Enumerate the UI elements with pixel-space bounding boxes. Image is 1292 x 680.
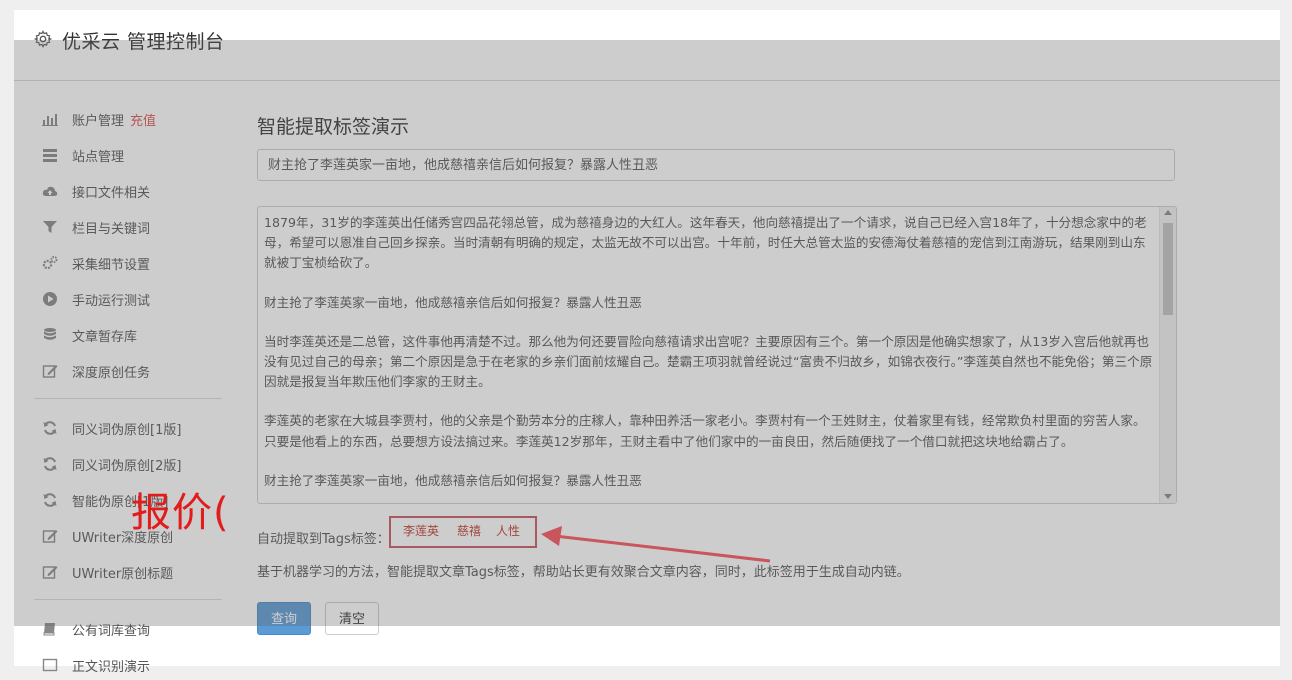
sidebar-item-account[interactable]: 账户管理 充值 xyxy=(42,104,242,134)
refresh-icon xyxy=(42,492,58,508)
header: 优采云 管理控制台 xyxy=(14,10,1280,81)
sidebar-item-synonym-v2[interactable]: 同义词伪原创[2版] xyxy=(42,449,242,479)
article-content-textarea[interactable]: 1879年，31岁的李莲英出任储秀宫四品花翎总管，成为慈禧身边的大红人。这年春天… xyxy=(257,206,1177,504)
sidebar-item-article-storage[interactable]: 文章暂存库 xyxy=(42,320,242,350)
sidebar-item-label: 账户管理 xyxy=(72,114,125,129)
book-icon xyxy=(42,621,58,637)
refresh-icon xyxy=(42,420,58,436)
refresh-icon xyxy=(42,456,58,472)
sidebar-item-label: 采集细节设置 xyxy=(72,258,151,273)
tag-badge: 李莲英 xyxy=(403,524,440,538)
tags-label: 自动提取到Tags标签： xyxy=(257,532,390,547)
content-paragraph: 当时李莲英还是二总管，这件事他再清楚不过。那么他为何还要冒险向慈禧请求出宫呢？主… xyxy=(264,333,1153,390)
gear-icon xyxy=(34,30,52,48)
tag-badge: 慈禧 xyxy=(457,524,482,538)
content-scrollbar[interactable] xyxy=(1159,207,1176,503)
bar-chart-icon xyxy=(42,111,58,127)
sidebar-item-collect-settings[interactable]: 采集细节设置 xyxy=(42,248,242,278)
sidebar-item-label: 公有词库查询 xyxy=(72,624,151,639)
sidebar-item-body-recognition[interactable]: 正文识别演示 xyxy=(42,650,242,680)
sidebar-item-sites[interactable]: 站点管理 xyxy=(42,140,242,170)
edit-icon xyxy=(42,564,58,580)
sidebar-divider xyxy=(34,599,222,600)
scroll-down-arrow-icon[interactable] xyxy=(1164,494,1172,499)
clear-button[interactable]: 清空 xyxy=(325,602,379,635)
content-paragraph: 1879年，31岁的李莲英出任储秀宫四品花翎总管，成为慈禧身边的大红人。这年春天… xyxy=(264,215,1147,271)
sidebar-item-uwriter-title[interactable]: UWriter原创标题 xyxy=(42,557,242,587)
filter-icon xyxy=(42,219,58,235)
feature-description: 基于机器学习的方法，智能提取文章Tags标签，帮助站长更有效聚合文章内容，同时，… xyxy=(257,565,910,580)
database-icon xyxy=(42,327,58,343)
sidebar-item-label: 接口文件相关 xyxy=(72,186,151,201)
play-circle-icon xyxy=(42,291,58,307)
tags-highlight-box: 李莲英 慈禧 人性 xyxy=(389,516,537,548)
recharge-link[interactable]: 充值 xyxy=(130,114,156,129)
sidebar: 账户管理 充值 站点管理 接口文件相关 栏目与关键词 采集细节设置 手动运行测试… xyxy=(14,80,244,675)
sidebar-item-label: 站点管理 xyxy=(72,150,125,165)
sidebar-item-manual-run[interactable]: 手动运行测试 xyxy=(42,284,242,314)
scroll-up-arrow-icon[interactable] xyxy=(1164,210,1172,215)
content-paragraph: 李莲英的老家在大城县李贾村，他的父亲是个勤劳本分的庄稼人，靠种田养活一家老小。李… xyxy=(264,413,1146,449)
edit-icon xyxy=(42,363,58,379)
gears-icon xyxy=(42,255,58,271)
sidebar-item-label: 同义词伪原创[2版] xyxy=(72,459,182,474)
cloud-upload-icon xyxy=(42,183,58,199)
sidebar-item-label: 手动运行测试 xyxy=(72,294,151,309)
tag-badge: 人性 xyxy=(496,524,521,538)
sidebar-item-label: 深度原创任务 xyxy=(72,366,151,381)
sidebar-item-label: UWriter原创标题 xyxy=(72,567,174,582)
content-paragraph: 财主抢了李莲英家一亩地，他成慈禧亲信后如何报复？暴露人性丑恶 xyxy=(264,472,642,488)
sidebar-item-deep-original-task[interactable]: 深度原创任务 xyxy=(42,356,242,386)
article-content-text: 1879年，31岁的李莲英出任储秀宫四品花翎总管，成为慈禧身边的大红人。这年春天… xyxy=(264,213,1154,503)
sidebar-item-synonym-v1[interactable]: 同义词伪原创[1版] xyxy=(42,413,242,443)
edit-icon xyxy=(42,528,58,544)
sidebar-item-label: 同义词伪原创[1版] xyxy=(72,423,182,438)
page-title: 智能提取标签演示 xyxy=(257,116,410,138)
content-paragraph: 财主抢了李莲英家一亩地，他成慈禧亲信后如何报复？暴露人性丑恶 xyxy=(264,294,642,310)
sidebar-item-label: 栏目与关键词 xyxy=(72,222,151,237)
square-icon xyxy=(42,657,58,673)
sidebar-item-label: 文章暂存库 xyxy=(72,330,138,345)
query-button[interactable]: 查询 xyxy=(257,602,311,635)
sidebar-item-public-lexicon[interactable]: 公有词库查询 xyxy=(42,614,242,644)
sidebar-item-api-files[interactable]: 接口文件相关 xyxy=(42,176,242,206)
sidebar-item-columns-keywords[interactable]: 栏目与关键词 xyxy=(42,212,242,242)
annotation-text: 报价( xyxy=(131,490,230,536)
main-content: 智能提取标签演示 财主抢了李莲英家一亩地，他成慈禧亲信后如何报复？暴露人性丑恶 … xyxy=(257,80,1177,666)
sidebar-divider xyxy=(34,398,222,399)
app-title: 优采云 管理控制台 xyxy=(62,31,225,53)
scroll-thumb[interactable] xyxy=(1163,223,1173,315)
article-title-input[interactable]: 财主抢了李莲英家一亩地，他成慈禧亲信后如何报复？暴露人性丑恶 xyxy=(257,149,1175,181)
console-panel: 优采云 管理控制台 账户管理 充值 站点管理 接口文件相关 栏目与关键词 采集细… xyxy=(14,10,1280,675)
list-icon xyxy=(42,147,58,163)
